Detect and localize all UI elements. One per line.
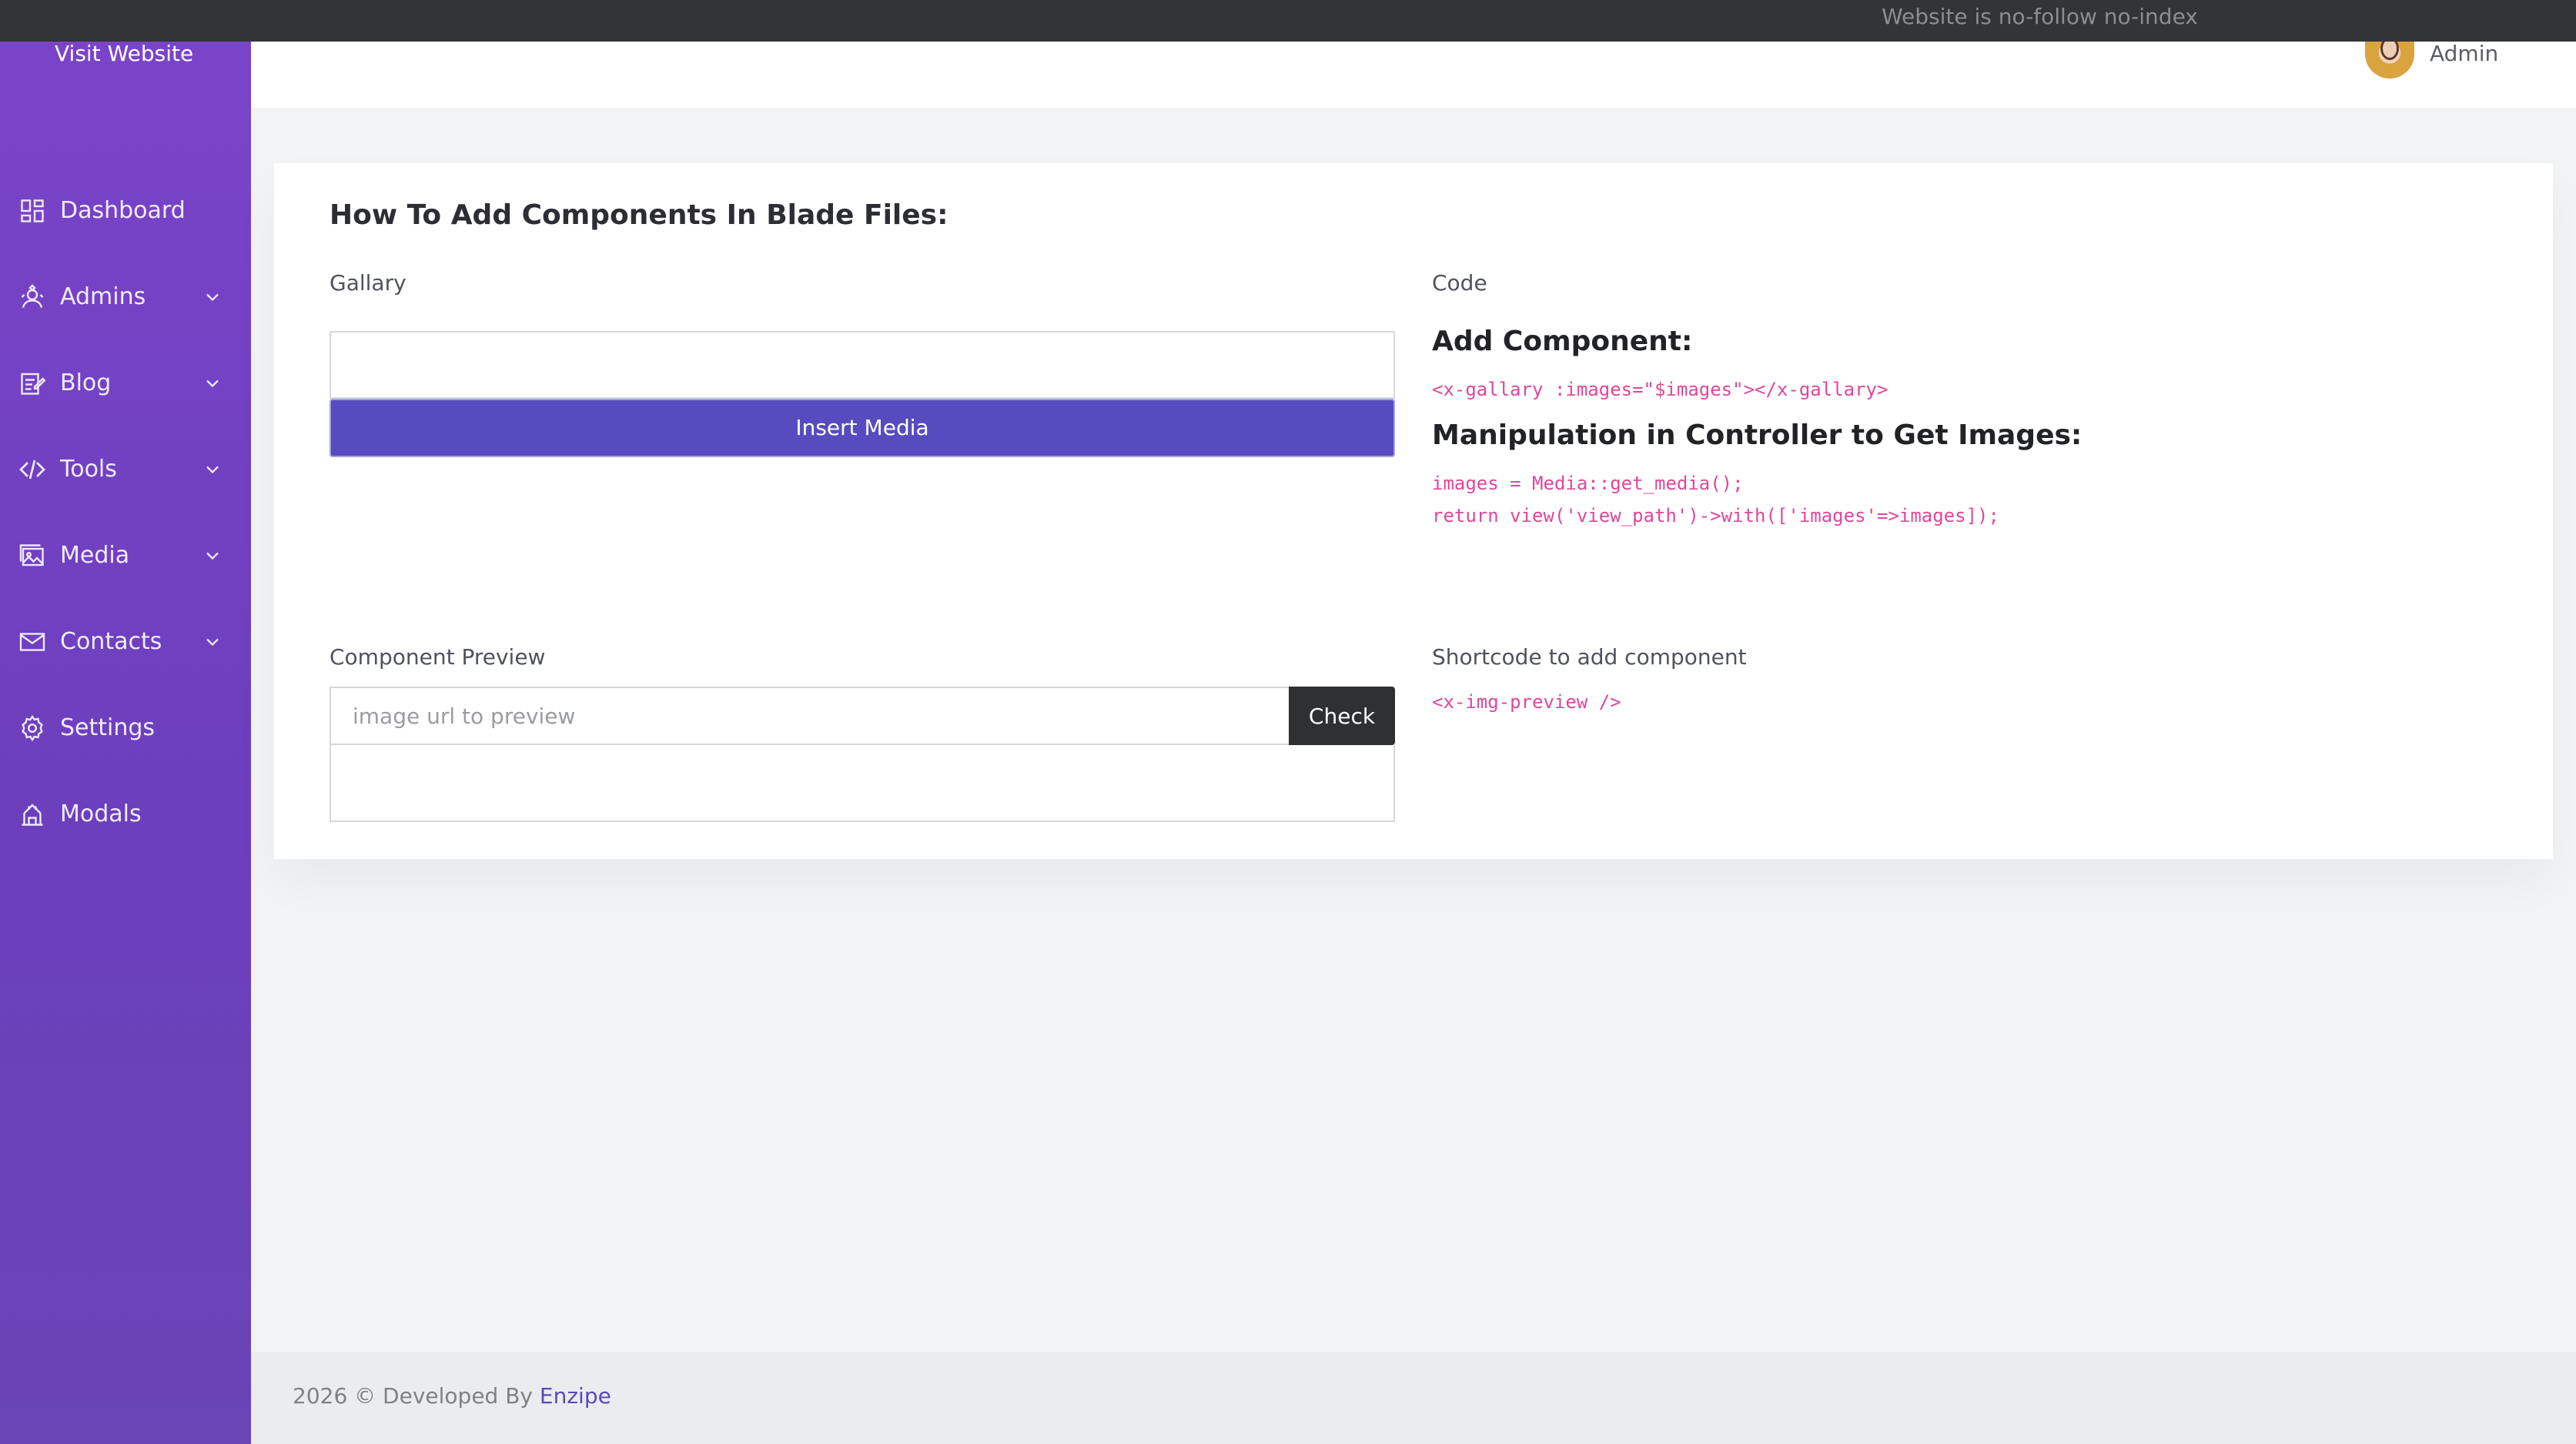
sidebar-item-modals[interactable]: Modals: [0, 784, 251, 845]
sidebar-item-label: Admins: [60, 283, 146, 310]
add-component-heading: Add Component:: [1432, 326, 1693, 357]
visit-website-link[interactable]: Visit Website: [55, 42, 193, 66]
shortcode-code: <x-img-preview />: [1432, 691, 1621, 713]
sidebar-item-label: Contacts: [60, 628, 162, 655]
manipulation-heading: Manipulation in Controller to Get Images…: [1432, 419, 2083, 451]
add-component-code: <x-gallary :images="$images"></x-gallary…: [1432, 379, 1889, 400]
avatar[interactable]: [2365, 42, 2414, 79]
gear-icon: [18, 714, 46, 742]
page-title: How To Add Components In Blade Files:: [330, 199, 948, 231]
preview-container: [330, 745, 1395, 822]
gallery-label: Gallary: [330, 270, 406, 296]
dashboard-icon: [18, 197, 46, 225]
top-header: Admin: [251, 42, 2576, 108]
sidebar: Visit Website Dashboard Admins Blog Tool…: [0, 42, 251, 1444]
seo-notice-text: Website is no-follow no-index: [1882, 4, 2198, 29]
image-icon: [18, 542, 46, 570]
gallery-container: [330, 331, 1395, 399]
sidebar-item-label: Blog: [60, 369, 112, 396]
developer-link[interactable]: Enzipe: [540, 1383, 611, 1409]
chevron-down-icon: [202, 631, 223, 653]
footer-text: 2026 © Developed By Enzipe: [293, 1381, 611, 1412]
user-name[interactable]: Admin: [2430, 42, 2498, 66]
sidebar-item-label: Media: [60, 542, 130, 569]
sidebar-item-label: Dashboard: [60, 197, 186, 224]
chevron-down-icon: [202, 459, 223, 480]
sidebar-item-admins[interactable]: Admins: [0, 266, 251, 328]
component-preview-label: Component Preview: [330, 644, 546, 670]
controller-code-line-2: return view('view_path')->with(['images'…: [1432, 505, 1999, 526]
sidebar-item-label: Settings: [60, 714, 156, 741]
check-button[interactable]: Check: [1289, 687, 1395, 745]
sidebar-item-label: Tools: [60, 456, 117, 483]
sidebar-item-media[interactable]: Media: [0, 525, 251, 587]
chevron-down-icon: [202, 545, 223, 567]
sidebar-item-label: Modals: [60, 801, 142, 827]
sidebar-item-dashboard[interactable]: Dashboard: [0, 180, 251, 242]
mail-icon: [18, 628, 46, 656]
top-notice-bar: Website is no-follow no-index: [0, 0, 2576, 42]
admins-icon: [18, 283, 46, 311]
code-icon: [18, 456, 46, 483]
sidebar-item-settings[interactable]: Settings: [0, 697, 251, 759]
copyright-text: 2026 © Developed By: [293, 1383, 534, 1409]
chevron-down-icon: [202, 286, 223, 308]
blog-icon: [18, 369, 46, 397]
footer: 2026 © Developed By Enzipe: [251, 1352, 2576, 1444]
sidebar-item-tools[interactable]: Tools: [0, 439, 251, 500]
sidebar-item-blog[interactable]: Blog: [0, 353, 251, 414]
modals-icon: [18, 801, 46, 828]
insert-media-button[interactable]: Insert Media: [330, 399, 1395, 457]
code-label: Code: [1432, 270, 1487, 296]
controller-code-line-1: images = Media::get_media();: [1432, 473, 1744, 494]
sidebar-item-contacts[interactable]: Contacts: [0, 611, 251, 673]
shortcode-label: Shortcode to add component: [1432, 644, 1747, 670]
components-card: How To Add Components In Blade Files: Ga…: [274, 163, 2553, 859]
image-url-input[interactable]: [330, 687, 1290, 745]
chevron-down-icon: [202, 373, 223, 394]
